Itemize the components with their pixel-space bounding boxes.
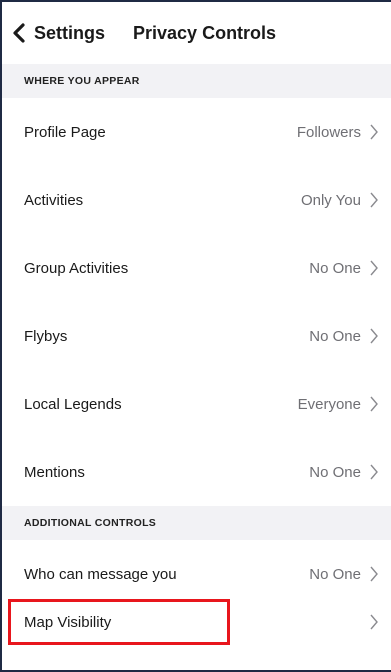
section-header-where-you-appear: WHERE YOU APPEAR (2, 64, 391, 98)
navigation-bar: Settings Privacy Controls (2, 2, 391, 64)
row-label: Map Visibility (24, 613, 112, 631)
row-label: Group Activities (24, 259, 129, 277)
chevron-right-icon (370, 614, 378, 630)
row-group-activities[interactable]: Group Activities No One (2, 234, 391, 302)
row-local-legends[interactable]: Local Legends Everyone (2, 370, 391, 438)
row-profile-page[interactable]: Profile Page Followers (2, 98, 391, 166)
row-label: Activities (24, 191, 84, 209)
row-label: Local Legends (24, 395, 122, 413)
chevron-right-icon (370, 464, 378, 480)
chevron-right-icon (370, 566, 378, 582)
row-value: Only You (300, 191, 361, 209)
row-value: Everyone (297, 395, 361, 413)
row-map-visibility[interactable]: Map Visibility (2, 594, 391, 650)
row-value: No One (309, 259, 361, 277)
row-label: Who can message you (24, 565, 177, 583)
row-value: No One (309, 565, 361, 583)
section-header-additional-controls: ADDITIONAL CONTROLS (2, 506, 391, 540)
row-value: No One (309, 463, 361, 481)
chevron-right-icon (370, 328, 378, 344)
chevron-right-icon (370, 124, 378, 140)
chevron-left-icon (13, 23, 25, 43)
back-label: Settings (34, 22, 106, 43)
chevron-right-icon (370, 192, 378, 208)
chevron-right-icon (370, 396, 378, 412)
row-activities[interactable]: Activities Only You (2, 166, 391, 234)
row-label: Profile Page (24, 123, 106, 141)
back-button[interactable]: Settings (12, 23, 105, 44)
row-mentions[interactable]: Mentions No One (2, 438, 391, 506)
phone-frame: Settings Privacy Controls WHERE YOU APPE… (0, 0, 391, 672)
page-title: Privacy Controls (133, 22, 277, 43)
row-flybys[interactable]: Flybys No One (2, 302, 391, 370)
chevron-right-icon (370, 260, 378, 276)
row-value: No One (309, 327, 361, 345)
row-label: Flybys (24, 327, 68, 345)
row-label: Mentions (24, 463, 85, 481)
row-value: Followers (296, 123, 361, 141)
